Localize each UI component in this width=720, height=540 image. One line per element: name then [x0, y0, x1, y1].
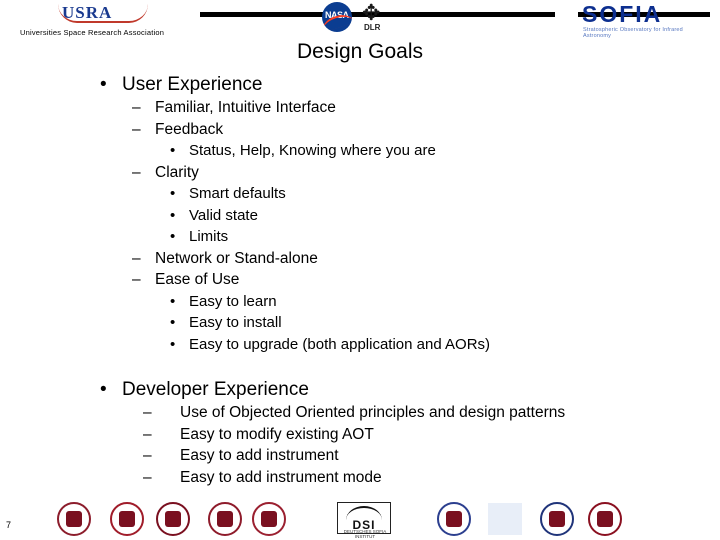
- outline-text: Network or Stand-alone: [155, 249, 318, 267]
- partner-seal-icon: [208, 502, 242, 536]
- partner-logo-9: [540, 502, 578, 538]
- bullet-icon: •: [170, 335, 176, 353]
- outline-item-l2: – Use of Objected Oriented principles and…: [0, 402, 720, 424]
- outline-text: Easy to modify existing AOT: [180, 425, 374, 443]
- partner-logo-3: [156, 502, 194, 538]
- outline-item-l3: • Limits: [0, 226, 720, 248]
- partner-seal-icon: [252, 502, 286, 536]
- outline-text: Status, Help, Knowing where you are: [189, 142, 436, 159]
- outline-text: Easy to add instrument: [180, 447, 339, 464]
- nasa-logo: NASA: [322, 2, 352, 32]
- partner-seal-icon: [156, 502, 190, 536]
- usra-subtitle: Universities Space Research Association: [20, 28, 165, 37]
- outline-text: Limits: [189, 228, 229, 245]
- dash-bullet-icon: –: [143, 447, 152, 464]
- outline-text: Use of Objected Oriented principles and …: [180, 404, 566, 421]
- slide-body: • User Experience – Familiar, Intuitive In…: [0, 72, 720, 488]
- outline-item-l2: – Ease of Use: [0, 269, 720, 291]
- bullet-icon: •: [170, 314, 176, 331]
- outline-text: Easy to add instrument mode: [180, 468, 382, 486]
- outline-text: Easy to install: [189, 314, 282, 331]
- outline-item-l2: – Easy to modify existing AOT: [0, 424, 720, 446]
- outline-item-l2: – Familiar, Intuitive Interface: [0, 97, 720, 119]
- outline-text: User Experience: [122, 74, 263, 95]
- footer-logo-strip: DSI DEUTSCHES SOFIA INSTITUT: [0, 500, 720, 540]
- page-title: Design Goals: [296, 40, 424, 63]
- dlr-wordmark: DLR: [364, 23, 381, 32]
- dsi-caption: DEUTSCHES SOFIA INSTITUT: [343, 529, 387, 539]
- bullet-icon: •: [170, 292, 176, 310]
- partner-logo-10: [588, 502, 626, 538]
- sofia-logo: SOFIA Stratospheric Observatory for Infr…: [580, 1, 708, 39]
- partner-seal-icon: [110, 502, 144, 536]
- outline-item-l2: – Clarity: [0, 162, 720, 184]
- outline-item-l3: • Easy to learn: [0, 291, 720, 313]
- outline-item-l3: • Easy to install: [0, 312, 720, 334]
- outline-text: Easy to upgrade (both application and AO…: [189, 335, 491, 353]
- partner-logo-7: [437, 502, 475, 538]
- outline-item-l1: • Developer Experience: [0, 377, 720, 402]
- bullet-icon: •: [100, 379, 107, 400]
- partner-logo-5: [252, 502, 290, 538]
- outline-text: Familiar, Intuitive Interface: [155, 99, 336, 116]
- outline-item-l3: • Valid state: [0, 205, 720, 227]
- usra-swoosh-icon: [58, 4, 148, 23]
- partner-seal-icon: [588, 502, 622, 536]
- dash-bullet-icon: –: [143, 404, 152, 421]
- dash-bullet-icon: –: [132, 271, 141, 288]
- outline-item-l2: – Easy to add instrument mode: [0, 467, 720, 489]
- dsi-logo: DSI DEUTSCHES SOFIA INSTITUT: [337, 502, 393, 539]
- partner-logo-1: [57, 502, 95, 538]
- usra-logo: USRA Universities Space Research Associa…: [10, 2, 200, 37]
- dash-bullet-icon: –: [143, 425, 152, 443]
- dash-bullet-icon: –: [132, 120, 141, 138]
- partner-logo-2: [110, 502, 148, 538]
- sofia-tagline: Stratospheric Observatory for Infrared A…: [583, 27, 683, 39]
- outline-text: Easy to learn: [189, 292, 277, 310]
- outline-text: Clarity: [155, 163, 199, 181]
- dash-bullet-icon: –: [143, 468, 152, 486]
- dash-bullet-icon: –: [132, 163, 141, 181]
- sofia-wordmark: SOFIA: [582, 1, 663, 27]
- outline-item-l3: • Status, Help, Knowing where you are: [0, 140, 720, 162]
- outline-item-l2: – Feedback: [0, 119, 720, 141]
- partner-logo-8: [487, 502, 531, 538]
- outline-text: Smart defaults: [189, 185, 286, 202]
- bullet-icon: •: [170, 228, 176, 245]
- dash-bullet-icon: –: [132, 99, 141, 116]
- bullet-icon: •: [170, 185, 176, 202]
- dash-bullet-icon: –: [132, 249, 141, 267]
- partner-logo-4: [208, 502, 246, 538]
- bullet-icon: •: [170, 142, 176, 159]
- outline-item-l3: • Smart defaults: [0, 183, 720, 205]
- partner-seal-icon: [57, 502, 91, 536]
- outline-text: Feedback: [155, 120, 224, 138]
- dlr-mark-icon: ✥: [362, 0, 381, 25]
- outline-item-l1: • User Experience: [0, 72, 720, 97]
- outline-text: Ease of Use: [155, 271, 240, 288]
- partner-seal-icon: [437, 502, 471, 536]
- bullet-icon: •: [100, 74, 107, 95]
- outline-text: Developer Experience: [122, 379, 309, 400]
- outline-item-l2: – Easy to add instrument: [0, 445, 720, 467]
- bullet-icon: •: [170, 206, 176, 224]
- outline-item-l2: – Network or Stand-alone: [0, 248, 720, 270]
- outline-item-l3: • Easy to upgrade (both application and A…: [0, 334, 720, 356]
- partner-mark-icon: [487, 502, 523, 536]
- dlr-logo: ✥ DLR: [358, 2, 398, 34]
- partner-seal-icon: [540, 502, 574, 536]
- outline-text: Valid state: [189, 206, 258, 224]
- slide-header: USRA Universities Space Research Associa…: [0, 0, 720, 40]
